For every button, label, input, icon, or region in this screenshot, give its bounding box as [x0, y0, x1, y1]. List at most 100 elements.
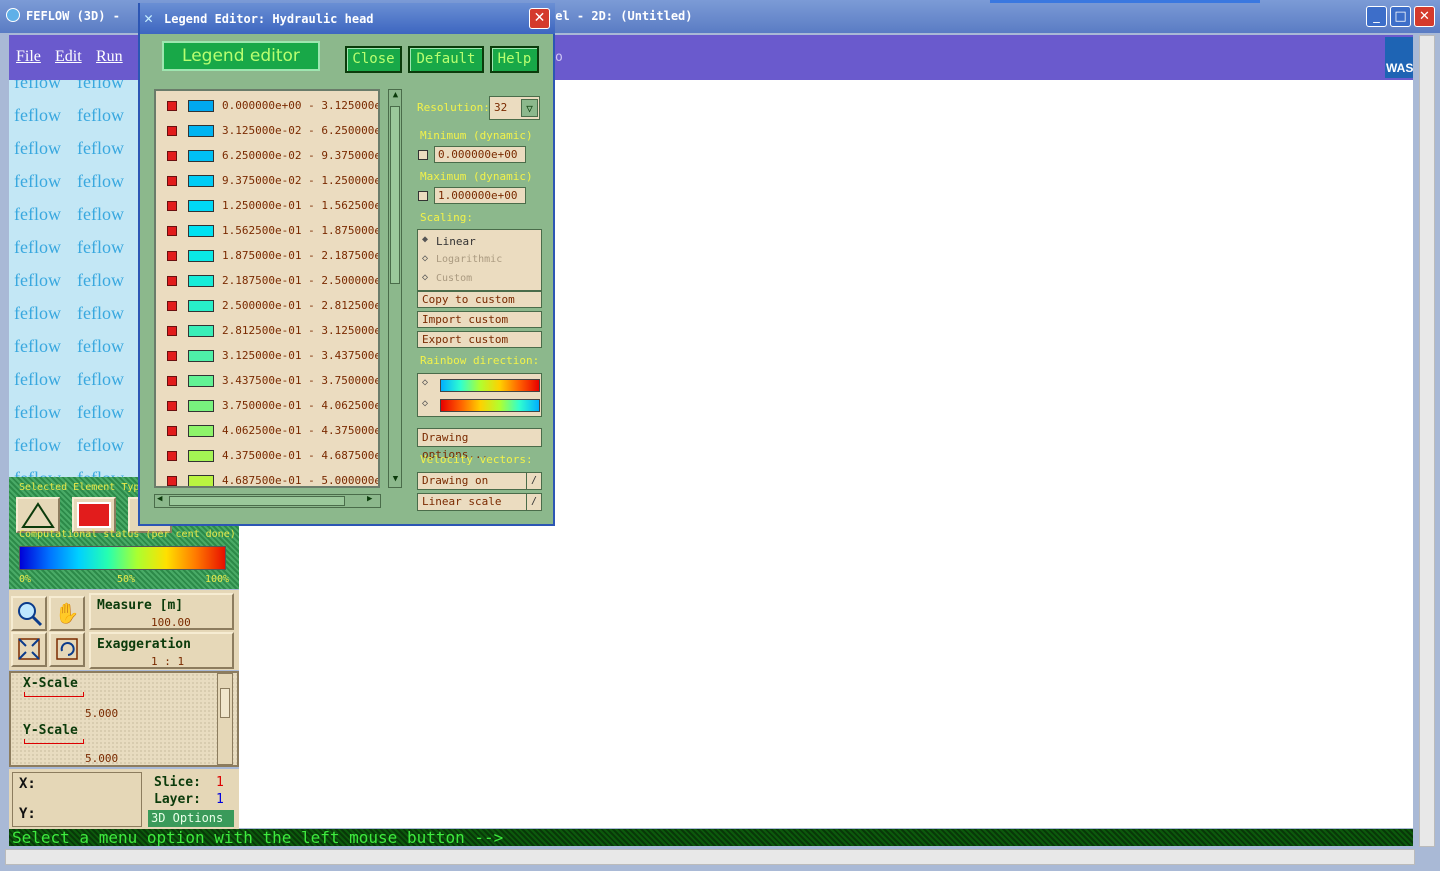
- legend-row-checkbox[interactable]: [167, 176, 177, 186]
- rainbow-up-radio-icon[interactable]: ◇: [422, 377, 428, 388]
- legend-row[interactable]: 2.187500e-01 - 2.500000e-: [156, 270, 378, 295]
- close-window-button[interactable]: ✕: [1414, 6, 1435, 27]
- legend-color-swatch[interactable]: [188, 125, 214, 137]
- radio-down-icon-2[interactable]: ◇: [422, 272, 428, 283]
- exaggeration-box[interactable]: Exaggeration 1 : 1: [89, 632, 234, 669]
- main-vscrollbar[interactable]: [1419, 35, 1435, 847]
- close-button[interactable]: Close: [345, 46, 402, 73]
- minimum-input[interactable]: 0.000000e+00: [434, 146, 526, 163]
- legend-row[interactable]: 2.500000e-01 - 2.812500e-: [156, 295, 378, 320]
- legend-row-checkbox[interactable]: [167, 301, 177, 311]
- export-custom-button[interactable]: Export custom: [417, 331, 542, 348]
- rainbow-down-radio-icon[interactable]: ◇: [422, 398, 428, 409]
- legend-row-checkbox[interactable]: [167, 326, 177, 336]
- maximize-button[interactable]: □: [1390, 6, 1411, 27]
- dialog-close-x[interactable]: ✕: [529, 8, 550, 29]
- drawing-options-button[interactable]: Drawing options...: [417, 428, 542, 461]
- legend-color-swatch[interactable]: [188, 425, 214, 437]
- legend-row[interactable]: 2.812500e-01 - 3.125000e-: [156, 320, 378, 345]
- legend-list-vscroll[interactable]: ▲ ▼: [388, 89, 402, 488]
- legend-color-swatch[interactable]: [188, 225, 214, 237]
- legend-row[interactable]: 1.562500e-01 - 1.875000e-: [156, 220, 378, 245]
- legend-row-checkbox[interactable]: [167, 451, 177, 461]
- legend-list-hscroll[interactable]: ◀ ▶: [154, 494, 381, 508]
- legend-row-checkbox[interactable]: [167, 101, 177, 111]
- radio-up-icon[interactable]: ◆: [422, 234, 428, 245]
- legend-color-swatch[interactable]: [188, 475, 214, 486]
- 3d-options-button[interactable]: 3D Options: [148, 810, 234, 827]
- drawing-on-toggle[interactable]: Drawing on /: [417, 472, 542, 490]
- legend-color-swatch[interactable]: [188, 250, 214, 262]
- legend-color-swatch[interactable]: [188, 275, 214, 287]
- triangle-element-button[interactable]: [16, 497, 60, 533]
- legend-color-swatch[interactable]: [188, 300, 214, 312]
- legend-color-swatch[interactable]: [188, 100, 214, 112]
- rainbow-reverse-bar[interactable]: [440, 399, 540, 412]
- legend-row[interactable]: 3.125000e-02 - 6.250000e-: [156, 120, 378, 145]
- legend-row-checkbox[interactable]: [167, 226, 177, 236]
- feflow-pattern-text: feflow: [77, 237, 124, 257]
- legend-color-swatch[interactable]: [188, 450, 214, 462]
- scaling-custom[interactable]: Custom: [436, 273, 472, 284]
- legend-row[interactable]: 4.687500e-01 - 5.000000e-: [156, 470, 378, 486]
- measure-label: Measure [m]: [97, 598, 184, 613]
- legend-row-checkbox[interactable]: [167, 126, 177, 136]
- rainbow-forward-bar[interactable]: [440, 379, 540, 392]
- legend-color-swatch[interactable]: [188, 400, 214, 412]
- import-custom-button[interactable]: Import custom: [417, 311, 542, 328]
- legend-color-swatch[interactable]: [188, 325, 214, 337]
- menu-file[interactable]: File: [16, 48, 41, 66]
- menu-edit[interactable]: Edit: [55, 48, 82, 66]
- main-hscrollbar[interactable]: [5, 849, 1415, 865]
- linear-scale-toggle[interactable]: Linear scale /: [417, 493, 542, 511]
- legend-row-checkbox[interactable]: [167, 251, 177, 261]
- legend-row-checkbox[interactable]: [167, 351, 177, 361]
- zoom-button[interactable]: [11, 596, 47, 631]
- minimize-button[interactable]: _: [1366, 6, 1387, 27]
- fit-view-button[interactable]: [11, 632, 47, 667]
- scaling-linear[interactable]: Linear: [436, 235, 476, 248]
- legend-row[interactable]: 1.875000e-01 - 2.187500e-: [156, 245, 378, 270]
- help-button[interactable]: Help: [490, 46, 539, 73]
- scaling-logarithmic[interactable]: Logarithmic: [436, 254, 502, 265]
- chevron-down-icon[interactable]: ▽: [521, 99, 538, 117]
- legend-row[interactable]: 6.250000e-02 - 9.375000e-: [156, 145, 378, 170]
- minimum-dynamic-checkbox[interactable]: [418, 150, 428, 160]
- legend-color-swatch[interactable]: [188, 350, 214, 362]
- copy-to-custom-button[interactable]: Copy to custom: [417, 291, 542, 308]
- pan-button[interactable]: ✋: [49, 596, 85, 631]
- menu-partial-label[interactable]: o: [555, 50, 563, 65]
- scale-scrollbar[interactable]: [217, 673, 233, 765]
- legend-color-swatch[interactable]: [188, 175, 214, 187]
- maximum-dynamic-checkbox[interactable]: [418, 191, 428, 201]
- rotate-button[interactable]: [49, 632, 85, 667]
- legend-row[interactable]: 0.000000e+00 - 3.125000e-: [156, 95, 378, 120]
- radio-down-icon[interactable]: ◇: [422, 253, 428, 264]
- legend-row[interactable]: 3.125000e-01 - 3.437500e-: [156, 345, 378, 370]
- legend-row[interactable]: 4.062500e-01 - 4.375000e-: [156, 420, 378, 445]
- legend-row[interactable]: 4.375000e-01 - 4.687500e-: [156, 445, 378, 470]
- legend-row-checkbox[interactable]: [167, 151, 177, 161]
- legend-row[interactable]: 3.437500e-01 - 3.750000e-: [156, 370, 378, 395]
- legend-row-checkbox[interactable]: [167, 401, 177, 411]
- maximum-input[interactable]: 1.000000e+00: [434, 187, 526, 204]
- legend-row-checkbox[interactable]: [167, 426, 177, 436]
- legend-row-checkbox[interactable]: [167, 201, 177, 211]
- legend-row-checkbox[interactable]: [167, 376, 177, 386]
- resolution-dropdown[interactable]: 32 ▽: [489, 96, 540, 120]
- legend-row-checkbox[interactable]: [167, 476, 177, 486]
- legend-row[interactable]: 1.250000e-01 - 1.562500e-: [156, 195, 378, 220]
- legend-list[interactable]: 0.000000e+00 - 3.125000e- 3.125000e-02 - …: [154, 89, 380, 488]
- legend-row[interactable]: 3.750000e-01 - 4.062500e-: [156, 395, 378, 420]
- legend-color-swatch[interactable]: [188, 375, 214, 387]
- measure-box[interactable]: Measure [m] 100.00: [89, 593, 234, 630]
- progress-rainbow-bar: [19, 546, 226, 570]
- expand-icon: [18, 638, 40, 660]
- legend-row-checkbox[interactable]: [167, 276, 177, 286]
- menu-run[interactable]: Run: [96, 48, 123, 66]
- legend-color-swatch[interactable]: [188, 200, 214, 212]
- legend-color-swatch[interactable]: [188, 150, 214, 162]
- default-button[interactable]: Default: [408, 46, 484, 73]
- legend-row[interactable]: 9.375000e-02 - 1.250000e-: [156, 170, 378, 195]
- quad-element-button[interactable]: [72, 497, 116, 533]
